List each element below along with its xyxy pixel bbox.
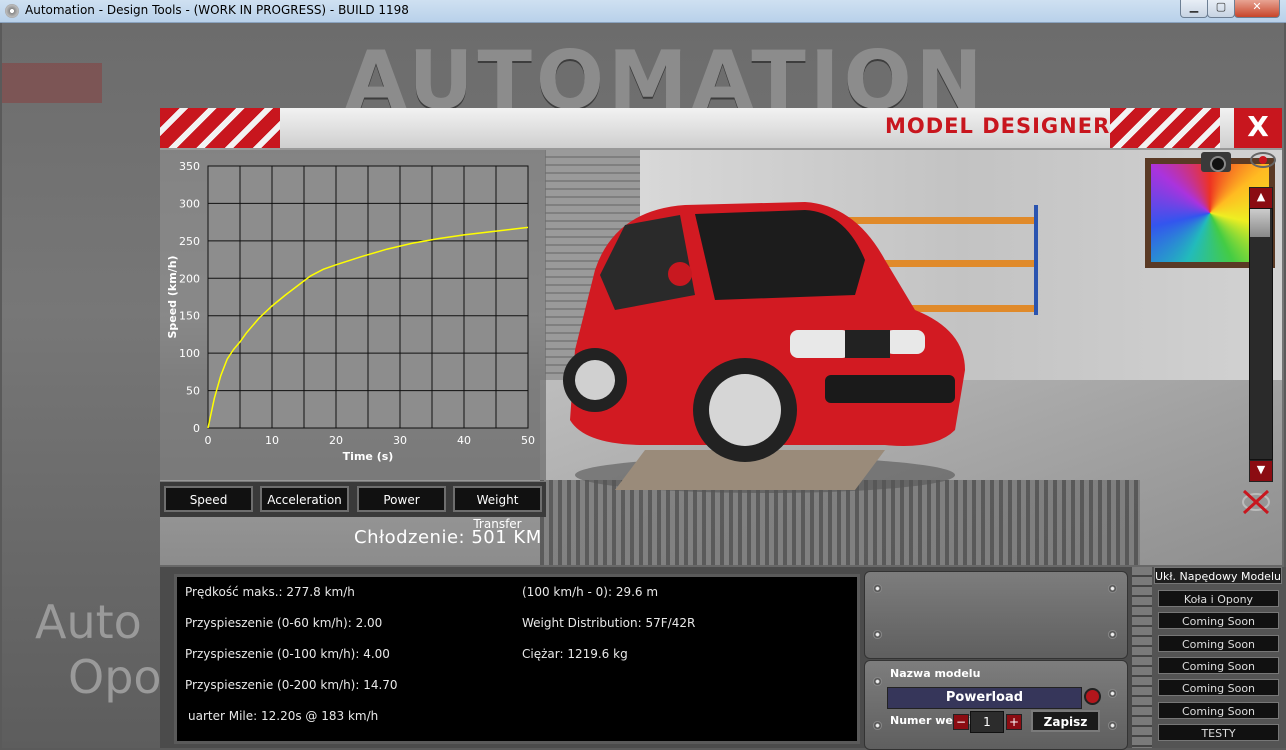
cooling-label: Chłodzenie: (354, 527, 466, 548)
save-button[interactable]: Zapisz (1031, 710, 1100, 732)
menu-item-coming-soon[interactable]: Coming Soon (1158, 657, 1279, 674)
performance-chart: 0 10 20 30 40 50 0 50 100 150 200 250 300 350 Time (s)… (160, 150, 546, 480)
cooling-value: 501 KM (471, 527, 542, 548)
menu-item-tests[interactable]: TESTY (1158, 724, 1279, 741)
x-axis-label: Time (s) (343, 450, 394, 463)
bolt-icon (873, 677, 882, 686)
chart-tab-strip: Speed Acceleration Power Weight Transfer (160, 481, 546, 531)
scroll-up-button[interactable]: ▲ (1249, 187, 1273, 209)
stat-accel-100: Przyspieszenie (0-100 km/h): 4.00 (185, 647, 390, 661)
tab-acceleration[interactable]: Acceleration (260, 486, 349, 512)
menu-item-coming-soon[interactable]: Coming Soon (1158, 702, 1279, 719)
background-text: Opo (68, 650, 162, 704)
model-name-input[interactable]: Powerload (887, 687, 1082, 709)
y-tick-label: 150 (179, 310, 200, 323)
tab-speed[interactable]: Speed (164, 486, 253, 512)
app-icon (5, 4, 19, 18)
bolt-icon (873, 630, 882, 639)
tab-power[interactable]: Power (357, 486, 446, 512)
eye-icon[interactable] (1250, 152, 1276, 168)
x-tick-label: 40 (457, 434, 471, 447)
bolt-icon (1108, 584, 1117, 593)
bolt-icon (873, 584, 882, 593)
minimize-icon: ▁ (1189, 0, 1199, 13)
close-icon: X (1247, 110, 1269, 143)
menu-item-coming-soon[interactable]: Coming Soon (1158, 635, 1279, 652)
x-tick-label: 10 (265, 434, 279, 447)
background-decoration (2, 63, 102, 103)
scrollbar-thumb[interactable] (1250, 209, 1270, 237)
version-increment-button[interactable]: + (1006, 714, 1022, 730)
scrollbar-track[interactable] (1249, 208, 1273, 460)
y-tick-label: 350 (179, 160, 200, 173)
y-tick-label: 200 (179, 272, 200, 285)
y-tick-label: 50 (186, 385, 200, 398)
model-designer-close-button[interactable]: X (1234, 108, 1282, 148)
close-icon: ✕ (1252, 0, 1262, 13)
gear-icon[interactable] (1084, 688, 1101, 705)
menu-item-coming-soon[interactable]: Coming Soon (1158, 612, 1279, 629)
background-text: Auto (35, 595, 142, 649)
speed-chart: 0 10 20 30 40 50 0 50 100 150 200 250 300 350 Time (s)… (166, 160, 535, 463)
y-axis-label: Speed (km/h) (166, 255, 179, 338)
bolt-icon (1108, 689, 1117, 698)
model-designer-title: MODEL DESIGNER (885, 114, 1111, 138)
stat-braking: (100 km/h - 0): 29.6 m (522, 585, 659, 599)
hide-ui-icon[interactable] (1240, 488, 1272, 516)
cooling-readout: Chłodzenie: 501 KM (354, 527, 542, 548)
stat-weight: Ciężar: 1219.6 kg (522, 647, 628, 661)
version-decrement-button[interactable]: − (953, 714, 969, 730)
camera-icon (1210, 156, 1226, 172)
version-input[interactable]: 1 (970, 711, 1004, 733)
stat-quarter-mile: uarter Mile: 12.20s @ 183 km/h (188, 709, 379, 723)
y-tick-label: 0 (193, 422, 200, 435)
x-tick-label: 0 (205, 434, 212, 447)
menu-strip (1132, 567, 1152, 748)
y-tick-label: 300 (179, 197, 200, 210)
tab-weight-transfer[interactable]: Weight Transfer (453, 486, 542, 531)
stat-weight-distribution: Weight Distribution: 57F/42R (522, 616, 696, 630)
y-tick-label: 100 (179, 347, 200, 360)
window-title: Automation - Design Tools - (WORK IN PRO… (25, 3, 409, 17)
bolt-icon (873, 721, 882, 730)
maximize-icon: ▢ (1215, 0, 1227, 13)
menu-item-drivetrain[interactable]: Ukł. Napędowy Modelu (1154, 567, 1282, 584)
minimize-button[interactable]: ▁ (1180, 0, 1208, 18)
model-designer-header: MODEL DESIGNER X (160, 108, 1282, 150)
car-model[interactable] (555, 200, 975, 500)
window-close-button[interactable]: ✕ (1234, 0, 1280, 18)
scroll-down-button[interactable]: ▼ (1249, 460, 1273, 482)
y-tick-label: 250 (179, 235, 200, 248)
stat-top-speed: Prędkość maks.: 277.8 km/h (185, 585, 355, 599)
x-tick-label: 50 (521, 434, 535, 447)
chevron-down-icon: ▼ (1256, 463, 1266, 476)
metal-panel (864, 571, 1128, 659)
chevron-up-icon: ▲ (1256, 190, 1266, 203)
window-titlebar: Automation - Design Tools - (WORK IN PRO… (0, 0, 1286, 23)
x-tick-label: 20 (329, 434, 343, 447)
bolt-icon (1108, 630, 1117, 639)
maximize-button[interactable]: ▢ (1207, 0, 1235, 18)
model-name-label: Nazwa modelu (890, 667, 981, 680)
x-tick-label: 30 (393, 434, 407, 447)
menu-item-coming-soon[interactable]: Coming Soon (1158, 679, 1279, 696)
bolt-icon (1108, 721, 1117, 730)
menu-item-wheels[interactable]: Koła i Opony (1158, 590, 1279, 607)
header-stripes (160, 108, 280, 148)
stat-accel-60: Przyspieszenie (0-60 km/h): 2.00 (185, 616, 383, 630)
header-stripes (1110, 108, 1220, 148)
stat-accel-200: Przyspieszenie (0-200 km/h): 14.70 (185, 678, 398, 692)
